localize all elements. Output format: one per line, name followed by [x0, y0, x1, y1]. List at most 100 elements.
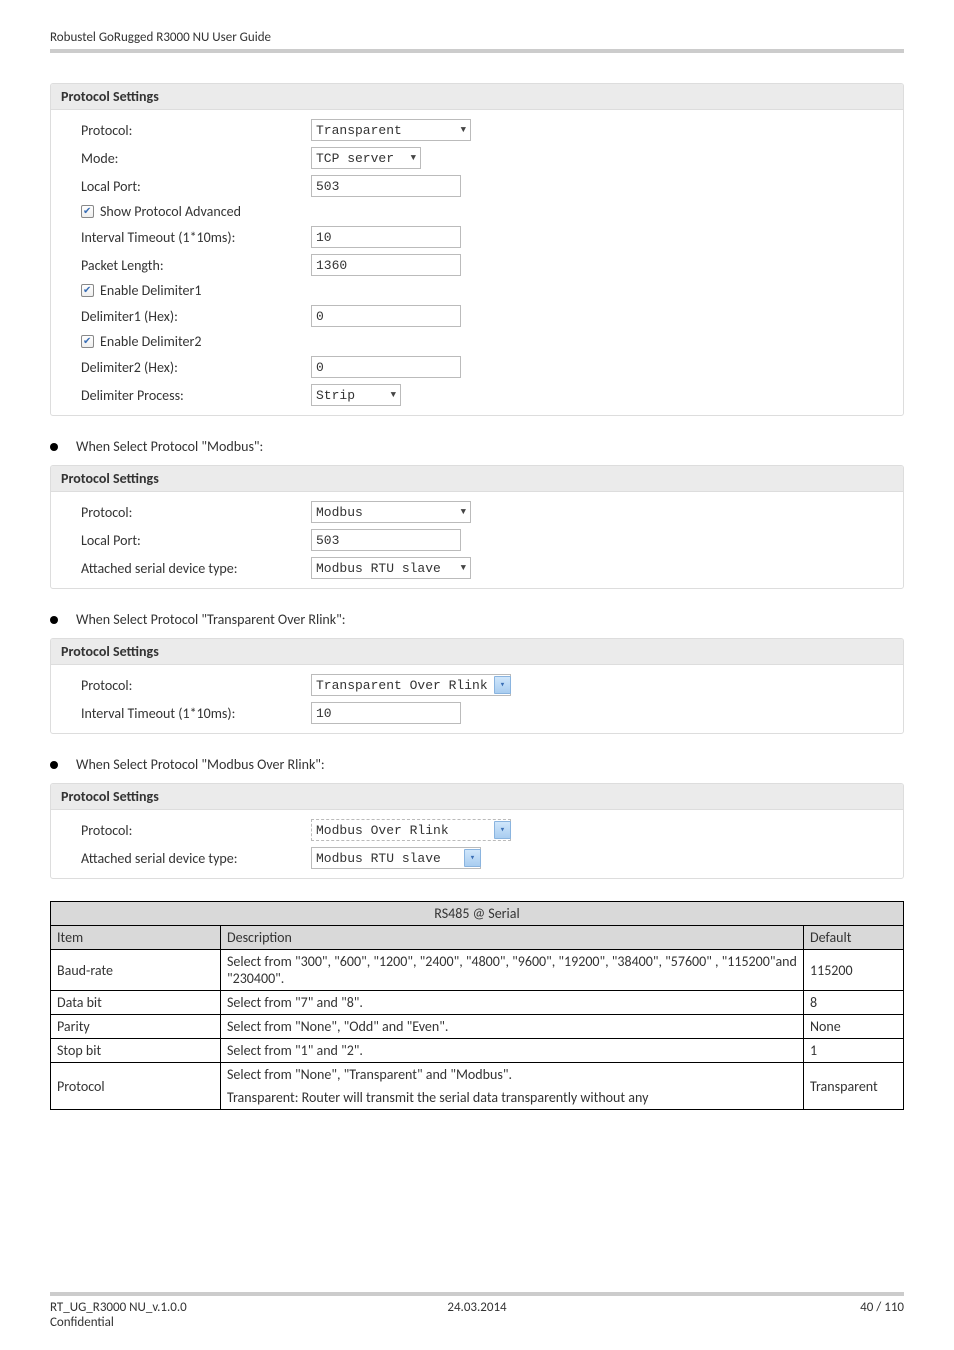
- bullet-icon: [50, 761, 58, 769]
- delimproc-value: Strip: [316, 388, 355, 403]
- footer-center: 24.03.2014: [447, 1300, 506, 1315]
- bullet-modbus: When Select Protocol "Modbus":: [50, 438, 904, 455]
- cell-desc: Select from "7" and "8".: [221, 991, 804, 1015]
- chevron-down-icon: ▼: [391, 390, 396, 400]
- packet-input[interactable]: 1360: [311, 254, 461, 276]
- delim1hex-input[interactable]: 0: [311, 305, 461, 327]
- table-row: Data bit Select from "7" and "8". 8: [51, 991, 904, 1015]
- table-row: Baud-rate Select from "300", "600", "120…: [51, 950, 904, 991]
- bullet-rlink: When Select Protocol "Transparent Over R…: [50, 611, 904, 628]
- localport-input[interactable]: 503: [311, 175, 461, 197]
- attached-dropdown[interactable]: Modbus RTU slave ▼: [311, 557, 471, 579]
- bullet-icon: [50, 443, 58, 451]
- protocol-label: Protocol:: [81, 122, 311, 139]
- panel-protocol-settings-4: Protocol Settings Protocol: Modbus Over …: [50, 783, 904, 879]
- mode-label: Mode:: [81, 150, 311, 167]
- chevron-down-icon: ▼: [461, 507, 466, 517]
- footer-left1: RT_UG_R3000 NU_v.1.0.0: [50, 1300, 187, 1315]
- panel1-title: Protocol Settings: [51, 84, 903, 110]
- delimproc-dropdown[interactable]: Strip ▼: [311, 384, 401, 406]
- doc-header: Robustel GoRugged R3000 NU User Guide: [50, 30, 904, 53]
- panel-protocol-settings-1: Protocol Settings Protocol: Transparent …: [50, 83, 904, 416]
- enable-delimiter2-checkbox[interactable]: Enable Delimiter2: [81, 333, 311, 350]
- col-default: Default: [804, 926, 904, 950]
- protocol-dropdown[interactable]: Modbus Over Rlink ▾: [311, 819, 511, 841]
- localport-input[interactable]: 503: [311, 529, 461, 551]
- interval-input[interactable]: 10: [311, 226, 461, 248]
- protocol-dropdown[interactable]: Transparent Over Rlink ▾: [311, 674, 511, 696]
- bullet-rlink-text: When Select Protocol "Transparent Over R…: [76, 611, 346, 628]
- cell-desc1: Select from "None", "Transparent" and "M…: [221, 1063, 804, 1087]
- cell-default: None: [804, 1015, 904, 1039]
- attached-value: Modbus RTU slave: [316, 851, 441, 866]
- protocol-value: Modbus: [316, 505, 363, 520]
- cell-default: Transparent: [804, 1063, 904, 1110]
- mode-value: TCP server: [316, 151, 394, 166]
- delimproc-label: Delimiter Process:: [81, 387, 311, 404]
- cell-item: Protocol: [51, 1063, 221, 1110]
- delim2-label: Enable Delimiter2: [100, 333, 201, 350]
- table-row: Protocol Select from "None", "Transparen…: [51, 1063, 904, 1087]
- chevron-down-icon: ▾: [500, 680, 505, 690]
- chevron-down-icon: ▼: [411, 153, 416, 163]
- protocol-value: Transparent Over Rlink: [316, 678, 488, 693]
- interval-input[interactable]: 10: [311, 702, 461, 724]
- bullet-icon: [50, 616, 58, 624]
- table-row: Stop bit Select from "1" and "2". 1: [51, 1039, 904, 1063]
- bullet-modbus-text: When Select Protocol "Modbus":: [76, 438, 263, 455]
- chevron-down-icon: ▼: [461, 563, 466, 573]
- cell-desc: Select from "300", "600", "1200", "2400"…: [221, 950, 804, 991]
- panel2-title: Protocol Settings: [51, 466, 903, 492]
- panel-protocol-settings-2: Protocol Settings Protocol: Modbus ▼ Loc…: [50, 465, 904, 589]
- cell-item: Baud-rate: [51, 950, 221, 991]
- interval-label: Interval Timeout (1*10ms):: [81, 705, 311, 722]
- checkbox-checked-icon: [81, 205, 94, 218]
- panel3-title: Protocol Settings: [51, 639, 903, 665]
- cell-default: 115200: [804, 950, 904, 991]
- cell-desc: Select from "1" and "2".: [221, 1039, 804, 1063]
- packet-label: Packet Length:: [81, 257, 311, 274]
- localport-label: Local Port:: [81, 532, 311, 549]
- delim2hex-input[interactable]: 0: [311, 356, 461, 378]
- col-item: Item: [51, 926, 221, 950]
- table-row: Parity Select from "None", "Odd" and "Ev…: [51, 1015, 904, 1039]
- protocol-value: Modbus Over Rlink: [316, 823, 449, 838]
- show-protocol-advanced-checkbox[interactable]: Show Protocol Advanced: [81, 203, 311, 220]
- cell-default: 8: [804, 991, 904, 1015]
- protocol-value: Transparent: [316, 123, 402, 138]
- enable-delimiter1-checkbox[interactable]: Enable Delimiter1: [81, 282, 311, 299]
- interval-label: Interval Timeout (1*10ms):: [81, 229, 311, 246]
- attached-dropdown[interactable]: Modbus RTU slave ▾: [311, 847, 481, 869]
- localport-label: Local Port:: [81, 178, 311, 195]
- cell-item: Parity: [51, 1015, 221, 1039]
- attached-value: Modbus RTU slave: [316, 561, 441, 576]
- attached-label: Attached serial device type:: [81, 850, 311, 867]
- protocol-label: Protocol:: [81, 677, 311, 694]
- cell-desc2: Transparent: Router will transmit the se…: [221, 1086, 804, 1110]
- chevron-down-icon: ▾: [500, 825, 505, 835]
- cell-default: 1: [804, 1039, 904, 1063]
- checkbox-checked-icon: [81, 335, 94, 348]
- rs485-table: RS485 @ Serial Item Description Default …: [50, 901, 904, 1110]
- cell-item: Stop bit: [51, 1039, 221, 1063]
- checkbox-checked-icon: [81, 284, 94, 297]
- protocol-label: Protocol:: [81, 822, 311, 839]
- protocol-dropdown[interactable]: Transparent ▼: [311, 119, 471, 141]
- delim1hex-label: Delimiter1 (Hex):: [81, 308, 311, 325]
- cell-item: Data bit: [51, 991, 221, 1015]
- protocol-label: Protocol:: [81, 504, 311, 521]
- delim2hex-label: Delimiter2 (Hex):: [81, 359, 311, 376]
- chevron-down-icon: ▾: [470, 853, 475, 863]
- footer-left2: Confidential: [50, 1315, 187, 1330]
- footer-right: 40 / 110: [860, 1300, 904, 1330]
- chevron-down-icon: ▼: [461, 125, 466, 135]
- protocol-dropdown[interactable]: Modbus ▼: [311, 501, 471, 523]
- delim1-label: Enable Delimiter1: [100, 282, 201, 299]
- bullet-modbus-rlink: When Select Protocol "Modbus Over Rlink"…: [50, 756, 904, 773]
- cell-desc: Select from "None", "Odd" and "Even".: [221, 1015, 804, 1039]
- show-adv-label: Show Protocol Advanced: [100, 203, 241, 220]
- col-desc: Description: [221, 926, 804, 950]
- mode-dropdown[interactable]: TCP server ▼: [311, 147, 421, 169]
- panel-protocol-settings-3: Protocol Settings Protocol: Transparent …: [50, 638, 904, 734]
- bullet-modbus-rlink-text: When Select Protocol "Modbus Over Rlink"…: [76, 756, 325, 773]
